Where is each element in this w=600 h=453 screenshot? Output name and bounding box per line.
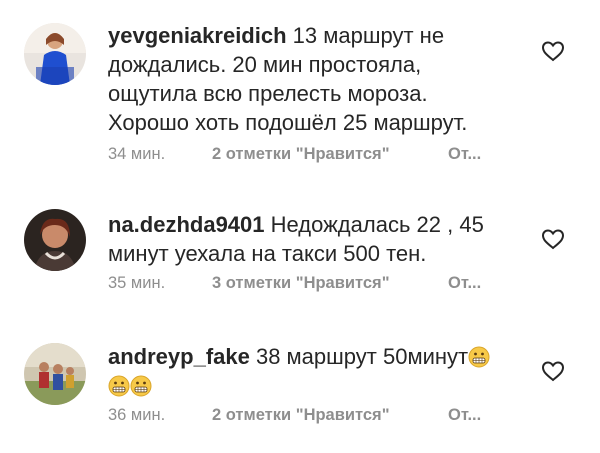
user-photo-icon [24,343,86,405]
heart-outline-icon[interactable] [541,360,565,382]
user-avatar[interactable] [24,209,86,271]
user-photo-icon [24,23,86,85]
reply-button[interactable]: От... [448,145,481,164]
comment-likes-count[interactable]: 2 отметки "Нравится" [212,145,390,164]
reply-button[interactable]: От... [448,406,481,425]
heart-outline-icon[interactable] [541,40,565,62]
user-photo-icon [24,209,86,271]
comment-username[interactable]: andreyp_fake [108,344,250,369]
comment-text: andreyp_fake 38 маршрут 50минут [108,342,508,400]
comment-time: 35 мин. [108,274,166,292]
comment-username[interactable]: yevgeniakreidich [108,23,287,48]
user-avatar[interactable] [24,23,86,85]
comment-text: yevgeniakreidich 13 маршрут не дождались… [108,21,508,137]
reply-button[interactable]: От... [448,274,481,293]
heart-outline-icon[interactable] [541,228,565,250]
comment-time: 36 мин. [108,406,166,424]
comment-time: 34 мин. [108,145,166,163]
grimacing-face-icon [468,346,490,368]
comment-text: na.dezhda9401 Недождалась 22 , 45 минут … [108,210,508,268]
grimacing-face-icon [108,375,130,397]
comment-likes-count[interactable]: 3 отметки "Нравится" [212,274,390,293]
comment-message: 38 маршрут 50минут [249,344,469,369]
comment-username[interactable]: na.dezhda9401 [108,212,265,237]
grimacing-face-icon [130,375,152,397]
comment-likes-count[interactable]: 2 отметки "Нравится" [212,406,390,425]
user-avatar[interactable] [24,343,86,405]
